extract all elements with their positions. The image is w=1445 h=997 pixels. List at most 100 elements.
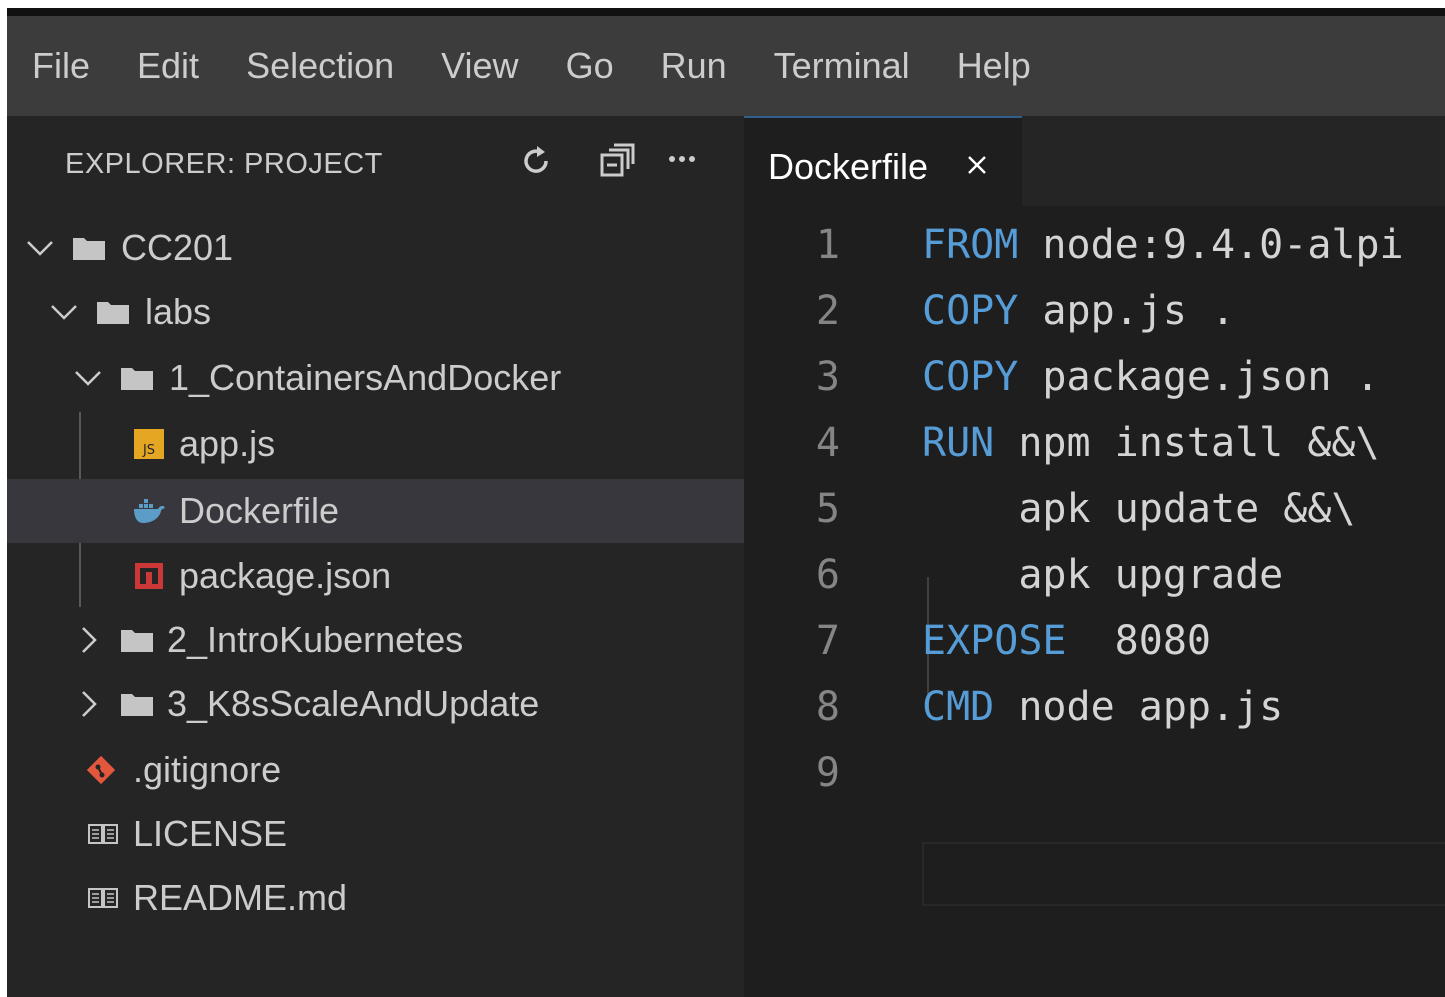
folder-icon [97, 302, 129, 324]
explorer-header: EXPLORER: PROJECT [7, 116, 744, 206]
tree-item-labs[interactable]: labs [7, 280, 744, 344]
line-text: EXPOSE 8080 [922, 618, 1211, 664]
line-number: 1 [815, 222, 840, 268]
code-text: apk update &&\ [922, 486, 1356, 532]
code-text: 8080 [1066, 618, 1211, 664]
code-line: 4 RUN npm install &&\ [744, 420, 1445, 486]
tree-item-app-js[interactable]: JS app.js [7, 412, 744, 476]
keyword: COPY [922, 288, 1019, 334]
book-icon [88, 888, 118, 908]
tree-item-label: app.js [179, 423, 276, 464]
code-text: apk upgrade [922, 552, 1284, 598]
npm-icon [135, 563, 163, 589]
line-text: COPY package.json . [922, 354, 1380, 400]
refresh-icon[interactable] [513, 138, 559, 184]
menu-help[interactable]: Help [957, 45, 1031, 87]
tree-item-label: labs [145, 291, 212, 332]
tree-item-label: CC201 [121, 227, 234, 268]
code-text: app.js . [1018, 288, 1236, 334]
tree-item-license[interactable]: LICENSE [7, 802, 744, 866]
menu-run[interactable]: Run [661, 45, 727, 87]
line-number: 9 [815, 750, 840, 796]
tree-item-readme[interactable]: README.md [7, 866, 744, 930]
title-strip [7, 8, 1445, 16]
line-number: 3 [815, 354, 840, 400]
keyword: EXPOSE [922, 618, 1067, 664]
tree-item-label: 2_IntroKubernetes [167, 619, 464, 660]
chevron-down-icon [27, 241, 53, 256]
tree-item-label: 1_ContainersAndDocker [169, 357, 562, 398]
tree-item-cc201[interactable]: CC201 [7, 216, 744, 280]
line-text: apk upgrade [922, 552, 1283, 598]
menu-terminal[interactable]: Terminal [774, 45, 910, 87]
tree-item-label: package.json [179, 555, 392, 596]
code-line: 9 [744, 750, 1445, 816]
tab-bar: Dockerfile [744, 116, 1445, 206]
code-text: npm install &&\ [994, 420, 1380, 466]
line-number: 6 [815, 552, 840, 598]
editor-area: Dockerfile 1 FROM node:9.4.0-alpi 2 COPY… [744, 116, 1445, 997]
tree-item-label: .gitignore [133, 749, 282, 790]
keyword: COPY [922, 354, 1019, 400]
docker-icon [134, 499, 165, 523]
line-text: CMD node app.js [922, 684, 1283, 730]
menu-file[interactable]: File [32, 45, 90, 87]
vscode-window: File Edit Selection View Go Run Terminal… [7, 8, 1445, 997]
line-text: apk update &&\ [922, 486, 1355, 532]
js-icon: JS [131, 428, 167, 460]
code-line: 7 EXPOSE 8080 [744, 618, 1445, 684]
line-number: 8 [815, 684, 840, 730]
close-icon[interactable] [962, 150, 992, 180]
code-line: 1 FROM node:9.4.0-alpi [744, 222, 1445, 288]
chevron-down-icon [51, 305, 77, 320]
menu-selection[interactable]: Selection [246, 45, 394, 87]
tree-item-intro-kubernetes[interactable]: 2_IntroKubernetes [7, 608, 744, 672]
code-text: node:9.4.0-alpi [1018, 222, 1404, 268]
chevron-down-icon [75, 371, 101, 386]
tree-item-label: LICENSE [133, 813, 288, 854]
code-text: package.json . [1018, 354, 1380, 400]
book-icon [88, 824, 118, 844]
menu-view[interactable]: View [441, 45, 518, 87]
menu-bar: File Edit Selection View Go Run Terminal… [7, 16, 1445, 116]
tree-item-label: README.md [133, 877, 348, 918]
explorer-sidebar: EXPLORER: PROJECT CC201 labs 1_Container… [7, 116, 744, 997]
keyword: FROM [922, 222, 1019, 268]
line-number: 7 [815, 618, 840, 664]
line-number: 5 [815, 486, 840, 532]
git-icon [86, 755, 116, 785]
more-icon[interactable] [659, 138, 705, 184]
folder-icon [121, 630, 153, 652]
menu-edit[interactable]: Edit [137, 45, 199, 87]
menu-go[interactable]: Go [566, 45, 614, 87]
code-line: 2 COPY app.js . [744, 288, 1445, 354]
code-text: node app.js [994, 684, 1284, 730]
keyword: CMD [922, 684, 995, 730]
line-text: RUN npm install &&\ [922, 420, 1380, 466]
line-number: 4 [815, 420, 840, 466]
code-line: 3 COPY package.json . [744, 354, 1445, 420]
tree-item-dockerfile[interactable]: Dockerfile [7, 479, 744, 543]
explorer-title: EXPLORER: PROJECT [65, 148, 383, 180]
code-line: 8 CMD node app.js [744, 684, 1445, 750]
tree-item-package-json[interactable]: package.json [7, 544, 744, 608]
line-text: COPY app.js . [922, 288, 1235, 334]
current-line-highlight [922, 842, 1445, 906]
folder-icon [73, 238, 105, 260]
chevron-right-icon [82, 627, 97, 653]
line-text: FROM node:9.4.0-alpi [922, 222, 1404, 268]
tree-item-label: 3_K8sScaleAndUpdate [167, 683, 540, 724]
chevron-right-icon [82, 691, 97, 717]
folder-icon [121, 694, 153, 716]
tree-item-containers-and-docker[interactable]: 1_ContainersAndDocker [7, 346, 744, 410]
code-line: 5 apk update &&\ [744, 486, 1445, 552]
tree-item-gitignore[interactable]: .gitignore [7, 738, 744, 802]
collapse-all-icon[interactable] [595, 138, 641, 184]
tab-dockerfile[interactable]: Dockerfile [744, 116, 1022, 206]
keyword: RUN [922, 420, 995, 466]
tree-item-label: Dockerfile [179, 490, 340, 531]
tree-item-k8s-scale-and-update[interactable]: 3_K8sScaleAndUpdate [7, 672, 744, 736]
folder-icon [121, 368, 153, 390]
js-icon-text: JS [142, 443, 156, 458]
line-number: 2 [815, 288, 840, 334]
